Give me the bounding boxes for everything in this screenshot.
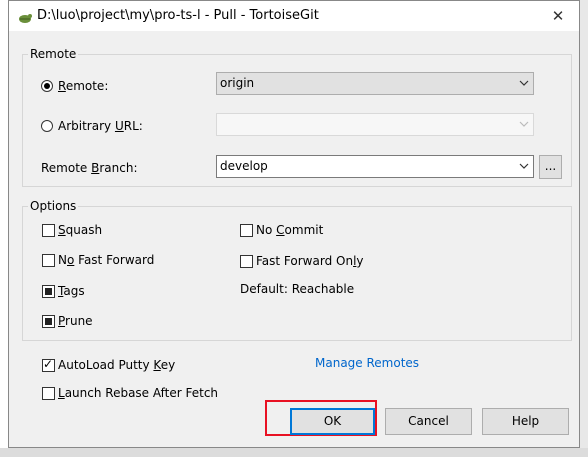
prune-checkbox-box[interactable] [42, 315, 55, 328]
no-fast-forward-label: No Fast Forward [58, 253, 155, 267]
arbitrary-url-radio-indicator[interactable] [41, 120, 53, 132]
window-title: D:\luo\project\my\pro-ts-l - Pull - Tort… [37, 8, 319, 23]
arbitrary-url-combo[interactable] [216, 113, 534, 136]
tags-label: Tags [58, 284, 85, 298]
remote-branch-value: develop [220, 159, 268, 173]
options-group-legend: Options [28, 199, 79, 213]
fast-forward-only-label: Fast Forward Only [256, 254, 364, 268]
remote-combo-value: origin [220, 76, 255, 90]
chevron-down-icon [515, 156, 533, 177]
prune-label: Prune [58, 314, 93, 328]
manage-remotes-link[interactable]: Manage Remotes [315, 356, 419, 370]
squash-checkbox-box[interactable] [42, 224, 55, 237]
title-bar: D:\luo\project\my\pro-ts-l - Pull - Tort… [9, 1, 579, 31]
remote-branch-combo[interactable]: develop [216, 155, 534, 178]
cancel-button[interactable]: Cancel [385, 408, 472, 435]
tag-default-text: Default: Reachable [240, 282, 355, 296]
browse-branch-button[interactable]: ... [539, 155, 562, 179]
close-button[interactable]: ✕ [537, 1, 579, 31]
background-window-left [0, 0, 8, 457]
fast-forward-only-checkbox-box[interactable] [240, 255, 253, 268]
launch-rebase-label: Launch Rebase After Fetch [58, 386, 219, 400]
no-commit-checkbox-box[interactable] [240, 224, 253, 237]
squash-label: Squash [58, 223, 103, 237]
remote-combo[interactable]: origin [216, 72, 534, 95]
remote-radio-label: Remote: [58, 79, 109, 93]
remote-group-legend: Remote [28, 47, 79, 61]
autoload-putty-key-checkbox-box[interactable]: ✓ [42, 357, 55, 372]
tags-checkbox-box[interactable] [42, 285, 55, 298]
remote-radio-indicator[interactable] [41, 80, 53, 92]
arbitrary-url-radio-label: Arbitrary URL: [58, 119, 143, 133]
background-window-bottom [0, 448, 588, 457]
close-icon: ✕ [551, 7, 565, 25]
no-fast-forward-checkbox-box[interactable] [42, 254, 55, 267]
remote-branch-label: Remote Branch: [41, 161, 138, 175]
help-button[interactable]: Help [482, 408, 569, 435]
chevron-down-icon [515, 114, 533, 135]
pull-dialog: D:\luo\project\my\pro-ts-l - Pull - Tort… [8, 0, 580, 448]
ok-button[interactable]: OK [290, 408, 375, 435]
checkmark-icon: ✓ [43, 357, 54, 371]
launch-rebase-checkbox-box[interactable] [42, 387, 55, 400]
no-commit-label: No Commit [256, 223, 324, 237]
autoload-putty-key-label: AutoLoad Putty Key [58, 358, 176, 372]
background-window-right [580, 0, 588, 457]
chevron-down-icon [515, 73, 533, 94]
tortoisegit-icon [17, 9, 33, 25]
